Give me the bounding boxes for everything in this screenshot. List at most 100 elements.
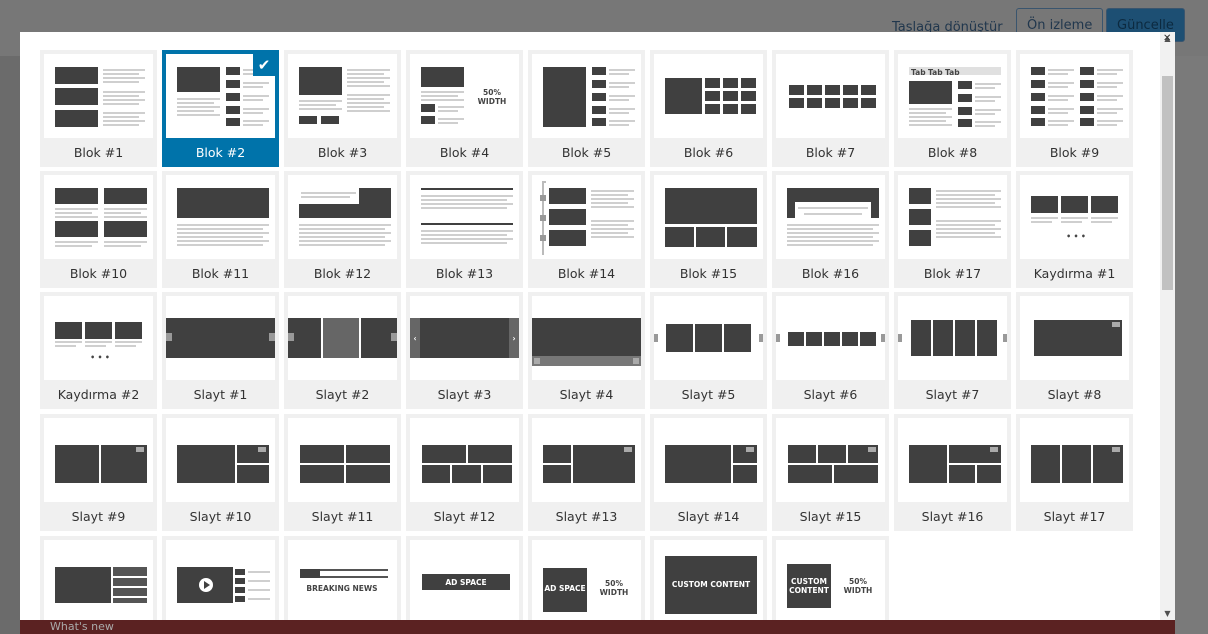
thumb-block <box>977 465 1001 483</box>
thumb-line <box>301 192 356 194</box>
layout-tile[interactable]: Blok #10 <box>40 171 157 288</box>
thumb-line <box>177 98 220 100</box>
layout-tile[interactable]: Blok #17 <box>894 171 1011 288</box>
thumb-block <box>177 67 220 92</box>
thumb-line <box>177 240 269 242</box>
modal-scrollbar[interactable]: ▲ ▼ <box>1160 32 1175 620</box>
editor-bottom-bar: What's new <box>20 620 1175 634</box>
layout-tile[interactable]: Blok #13 <box>406 171 523 288</box>
thumb-block <box>807 98 822 108</box>
thumb-text: Tab <box>945 68 960 77</box>
layout-tile[interactable]: Slayt #12 <box>406 414 523 531</box>
thumb-block <box>543 67 586 127</box>
layout-tile[interactable]: Slayt #8 <box>1016 292 1133 409</box>
thumb-line <box>421 203 513 205</box>
thumb-line <box>103 81 139 83</box>
layout-tile[interactable]: Slayt #16 <box>894 414 1011 531</box>
layout-tile[interactable]: Slayt #9 <box>40 414 157 531</box>
layout-tile[interactable]: Blok #2 ✔ <box>162 50 279 167</box>
layout-tile[interactable]: Slayt #6 <box>772 292 889 409</box>
layout-tile[interactable]: Slayt #1 <box>162 292 279 409</box>
layout-tile[interactable]: Blok #9 <box>1016 50 1133 167</box>
layout-tile[interactable]: Slayt #14 <box>650 414 767 531</box>
layout-tile[interactable]: Blok #7 <box>772 50 889 167</box>
layout-label: Slayt #14 <box>677 509 740 524</box>
thumb-text: Tab <box>928 68 943 77</box>
close-icon[interactable]: ✕ <box>1163 33 1171 44</box>
layout-thumbnail <box>288 54 397 138</box>
thumb-block <box>235 569 245 575</box>
scrollbar-thumb[interactable] <box>1162 76 1173 290</box>
scroll-down-icon[interactable]: ▼ <box>1160 609 1175 618</box>
thumb-block <box>532 318 641 356</box>
layout-tile[interactable]: Blok #12 <box>284 171 401 288</box>
layout-tile[interactable]: Slayt #5 <box>650 292 767 409</box>
thumb-block <box>654 334 658 342</box>
thumb-text: BREAKING NEWS <box>306 584 378 593</box>
layout-tile[interactable]: CUSTOM CONTENT <box>650 536 767 620</box>
layout-tile[interactable]: AD SPACE 50% WIDTH <box>528 536 645 620</box>
layout-tile[interactable]: Slayt #13 <box>528 414 645 531</box>
layout-tile[interactable]: Slayt #4 <box>528 292 645 409</box>
layout-tile[interactable]: AD SPACE <box>406 536 523 620</box>
thumb-line <box>1097 86 1117 88</box>
layout-label: Blok #1 <box>73 145 124 160</box>
thumb-line <box>936 194 995 196</box>
layout-tile[interactable]: Slayt #11 <box>284 414 401 531</box>
thumb-line <box>798 207 868 209</box>
layout-tile[interactable]: BREAKING NEWS <box>284 536 401 620</box>
layout-tile[interactable]: Blok #14 <box>528 171 645 288</box>
thumb-line <box>55 341 82 343</box>
layout-tile[interactable]: Slayt #7 <box>894 292 1011 409</box>
layout-thumbnail <box>776 418 885 502</box>
thumb-line <box>299 240 391 242</box>
thumb-block <box>421 116 435 124</box>
thumb-line <box>544 181 546 183</box>
layout-label: Blok #8 <box>927 145 978 160</box>
thumb-line <box>1048 95 1074 97</box>
thumb-block <box>788 445 816 463</box>
layout-tile[interactable]: Blok #1 <box>40 50 157 167</box>
thumb-block <box>346 465 390 483</box>
thumb-line <box>609 73 629 75</box>
layout-tile[interactable] <box>40 536 157 620</box>
thumb-line <box>299 108 342 110</box>
layout-tile[interactable]: Slayt #2 <box>284 292 401 409</box>
thumb-line <box>243 108 269 110</box>
layout-tile[interactable]: Blok #16 <box>772 171 889 288</box>
layout-tile[interactable]: CUSTOM CONTENT 50% WIDTH <box>772 536 889 620</box>
thumb-block <box>534 358 540 364</box>
layout-tile[interactable]: • • • Kaydırma #1 <box>1016 171 1133 288</box>
thumb-line <box>103 95 139 97</box>
thumb-line <box>909 112 946 114</box>
layout-tile[interactable]: 50% WIDTH Blok #4 <box>406 50 523 167</box>
layout-thumbnail <box>776 296 885 380</box>
thumb-block <box>226 118 240 126</box>
layout-tile[interactable]: Tab Tab Tab Blok #8 <box>894 50 1011 167</box>
layout-tile[interactable]: Blok #5 <box>528 50 645 167</box>
layout-thumbnail: AD SPACE <box>410 540 519 620</box>
layout-label: Slayt #15 <box>799 509 862 524</box>
layout-label: Slayt #12 <box>433 509 496 524</box>
thumb-line <box>787 240 879 242</box>
thumb-block <box>422 445 466 463</box>
layout-tile[interactable]: Blok #6 <box>650 50 767 167</box>
play-triangle <box>204 581 210 589</box>
layout-label: Blok #17 <box>923 266 982 281</box>
thumb-block <box>592 106 606 114</box>
layout-tile[interactable]: • • • Kaydırma #2 <box>40 292 157 409</box>
layout-tile[interactable]: Blok #3 <box>284 50 401 167</box>
layout-thumbnail: BREAKING NEWS <box>288 540 397 620</box>
thumb-block <box>226 80 240 88</box>
layout-tile[interactable]: ‹ › Slayt #3 <box>406 292 523 409</box>
layout-tile[interactable]: Blok #11 <box>162 171 279 288</box>
layout-tile[interactable]: Blok #15 <box>650 171 767 288</box>
layout-tile[interactable]: Slayt #10 <box>162 414 279 531</box>
layout-tile[interactable] <box>162 536 279 620</box>
thumb-block <box>1031 196 1058 213</box>
thumb-block <box>549 209 586 225</box>
thumb-block <box>990 447 998 452</box>
layout-tile[interactable]: Slayt #15 <box>772 414 889 531</box>
layout-tile[interactable]: Slayt #17 <box>1016 414 1133 531</box>
thumb-block <box>113 588 147 596</box>
